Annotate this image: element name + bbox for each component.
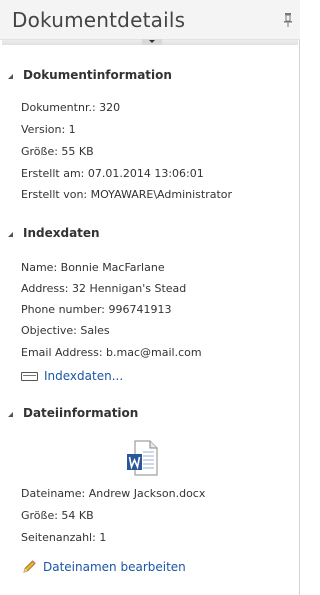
pin-icon[interactable]	[283, 12, 293, 28]
collapse-triangle-icon	[8, 231, 13, 237]
dateinamen-bearbeiten-label[interactable]: Dateinamen bearbeiten	[43, 560, 186, 574]
keyboard-icon	[21, 371, 38, 381]
document-details-panel: Dokumentdetails Dokumentinformation Doku…	[0, 0, 300, 595]
info-row: Dokumentnr.: 320	[21, 101, 121, 114]
chevron-down-icon[interactable]	[142, 39, 162, 45]
panel-titlebar: Dokumentdetails	[0, 0, 300, 40]
index-row: Email Address: b.mac@mail.com	[21, 346, 202, 359]
indexdaten-link[interactable]: Indexdaten...	[21, 368, 123, 384]
info-row: Version: 1	[21, 123, 76, 136]
collapse-handle[interactable]	[2, 39, 298, 45]
index-row: Objective: Sales	[21, 324, 110, 337]
info-row: Erstellt am: 07.01.2014 13:06:01	[21, 167, 204, 180]
section-title: Dokumentinformation	[23, 68, 172, 82]
section-header-indexdaten[interactable]: Indexdaten	[8, 224, 100, 242]
indexdaten-link-label[interactable]: Indexdaten...	[44, 369, 123, 383]
file-row: Seitenanzahl: 1	[21, 531, 107, 544]
panel-title: Dokumentdetails	[12, 8, 186, 32]
section-title: Dateiinformation	[23, 406, 139, 420]
collapse-triangle-icon	[8, 411, 13, 417]
index-row: Address: 32 Hennigan's Stead	[21, 282, 187, 295]
info-row: Erstellt von: MOYAWARE\Administrator	[21, 188, 233, 201]
file-row: Größe: 54 KB	[21, 509, 94, 522]
word-document-icon	[127, 440, 158, 476]
section-header-dateiinformation[interactable]: Dateiinformation	[8, 404, 138, 422]
file-row: Dateiname: Andrew Jackson.docx	[21, 487, 206, 500]
section-title: Indexdaten	[23, 226, 100, 240]
pencil-icon	[23, 560, 36, 573]
dateinamen-bearbeiten-link[interactable]: Dateinamen bearbeiten	[21, 559, 186, 575]
section-header-dokumentinformation[interactable]: Dokumentinformation	[8, 66, 172, 84]
index-row: Name: Bonnie MacFarlane	[21, 261, 165, 274]
index-row: Phone number: 996741913	[21, 303, 172, 316]
info-row: Größe: 55 KB	[21, 145, 94, 158]
collapse-triangle-icon	[8, 73, 13, 79]
